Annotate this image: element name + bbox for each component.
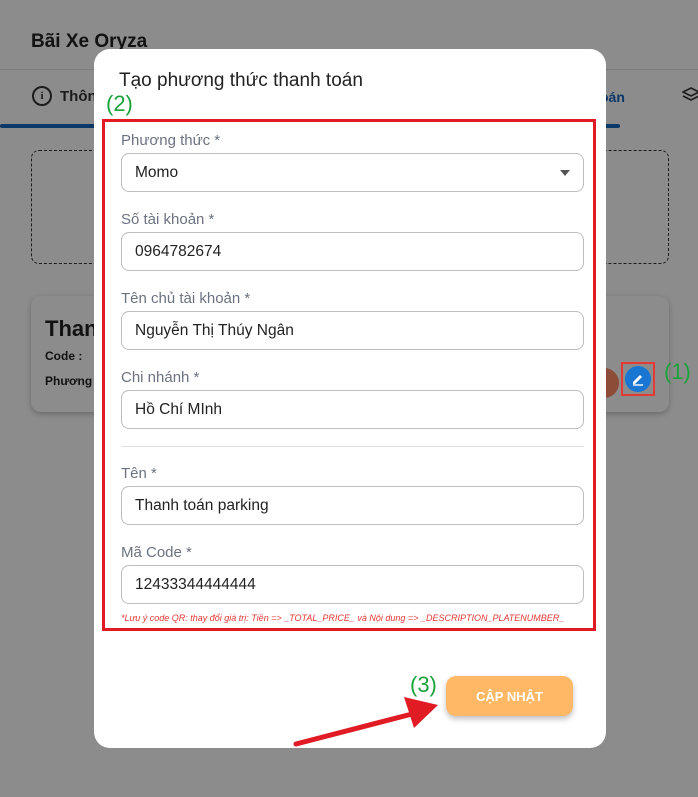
name-label: Tên * (121, 465, 157, 482)
dialog-title: Tạo phương thức thanh toán (119, 70, 363, 91)
branch-label: Chi nhánh * (121, 369, 200, 386)
name-input[interactable]: Thanh toán parking (121, 486, 584, 525)
method-select-value: Momo (135, 163, 179, 181)
annotation-1: (1) (664, 359, 691, 384)
branch-input[interactable]: Hồ Chí MInh (121, 390, 584, 429)
form-highlight-box: Phương thức * Momo Số tài khoản * 096478… (102, 119, 596, 631)
method-label: Phương thức * (121, 132, 221, 149)
edit-icon (625, 366, 651, 392)
account-holder-input[interactable]: Nguyễn Thị Thúy Ngân (121, 311, 584, 350)
account-number-input[interactable]: 0964782674 (121, 232, 584, 271)
qr-code-note: *Lưu ý code QR: thay đổi giá trị: Tiền =… (121, 613, 565, 623)
account-number-label: Số tài khoản * (121, 211, 215, 228)
code-label: Mã Code * (121, 544, 192, 561)
annotation-3: (3) (410, 672, 437, 697)
edit-button-highlight[interactable] (621, 362, 655, 396)
code-input[interactable]: 12433344444444 (121, 565, 584, 604)
account-holder-label: Tên chủ tài khoản * (121, 290, 251, 307)
section-divider (121, 446, 584, 447)
dropdown-arrow-icon (560, 170, 570, 176)
create-payment-method-dialog: Tạo phương thức thanh toán Phương thức *… (94, 49, 606, 748)
method-select[interactable]: Momo (121, 153, 584, 192)
annotation-2: (2) (106, 91, 133, 116)
update-button[interactable]: CẬP NHẬT (446, 676, 573, 716)
